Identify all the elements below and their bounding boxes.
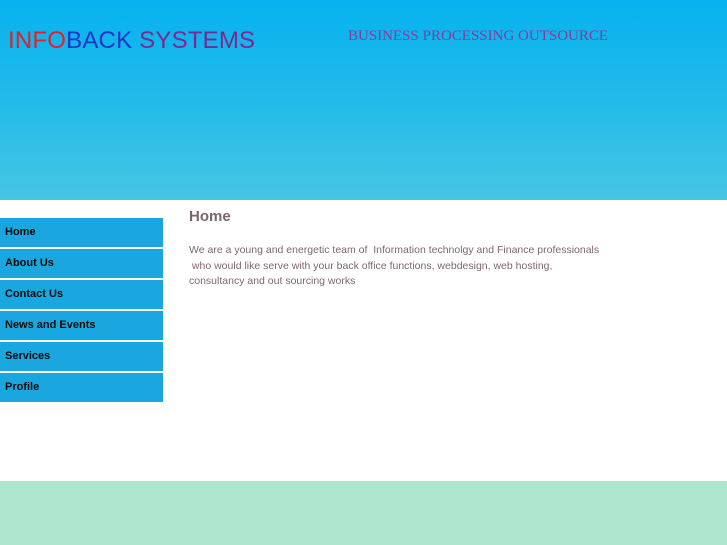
- logo-text-systems: SYSTEMS: [132, 27, 256, 54]
- page-footer: [0, 481, 727, 545]
- logo-text-back: BACK: [66, 27, 133, 54]
- page-title: Home: [189, 208, 231, 225]
- content-body: We are a young and energetic team of Inf…: [189, 243, 600, 290]
- nav-item-news-and-events[interactable]: News and Events: [0, 311, 163, 340]
- body-text-line: who would like serve with your back offi…: [189, 259, 553, 272]
- logo-text-info: INFO: [8, 27, 67, 54]
- nav-item-contact-us[interactable]: Contact Us: [0, 280, 163, 309]
- page-header: INFOBACK SYSTEMS BUSINESS PROCESSING OUT…: [0, 0, 727, 200]
- sidebar-nav: Home About Us Contact Us News and Events…: [0, 218, 163, 404]
- body-text-line: We are a young and energetic team of Inf…: [189, 244, 600, 256]
- header-tagline: BUSINESS PROCESSING OUTSOURCE: [348, 28, 609, 44]
- nav-item-home[interactable]: Home: [0, 218, 163, 247]
- site-logo[interactable]: INFOBACK SYSTEMS: [8, 27, 255, 55]
- nav-item-services[interactable]: Services: [0, 342, 163, 371]
- nav-item-about-us[interactable]: About Us: [0, 249, 163, 278]
- nav-item-profile[interactable]: Profile: [0, 373, 163, 402]
- body-text-line: consultancy and out sourcing works: [189, 275, 356, 287]
